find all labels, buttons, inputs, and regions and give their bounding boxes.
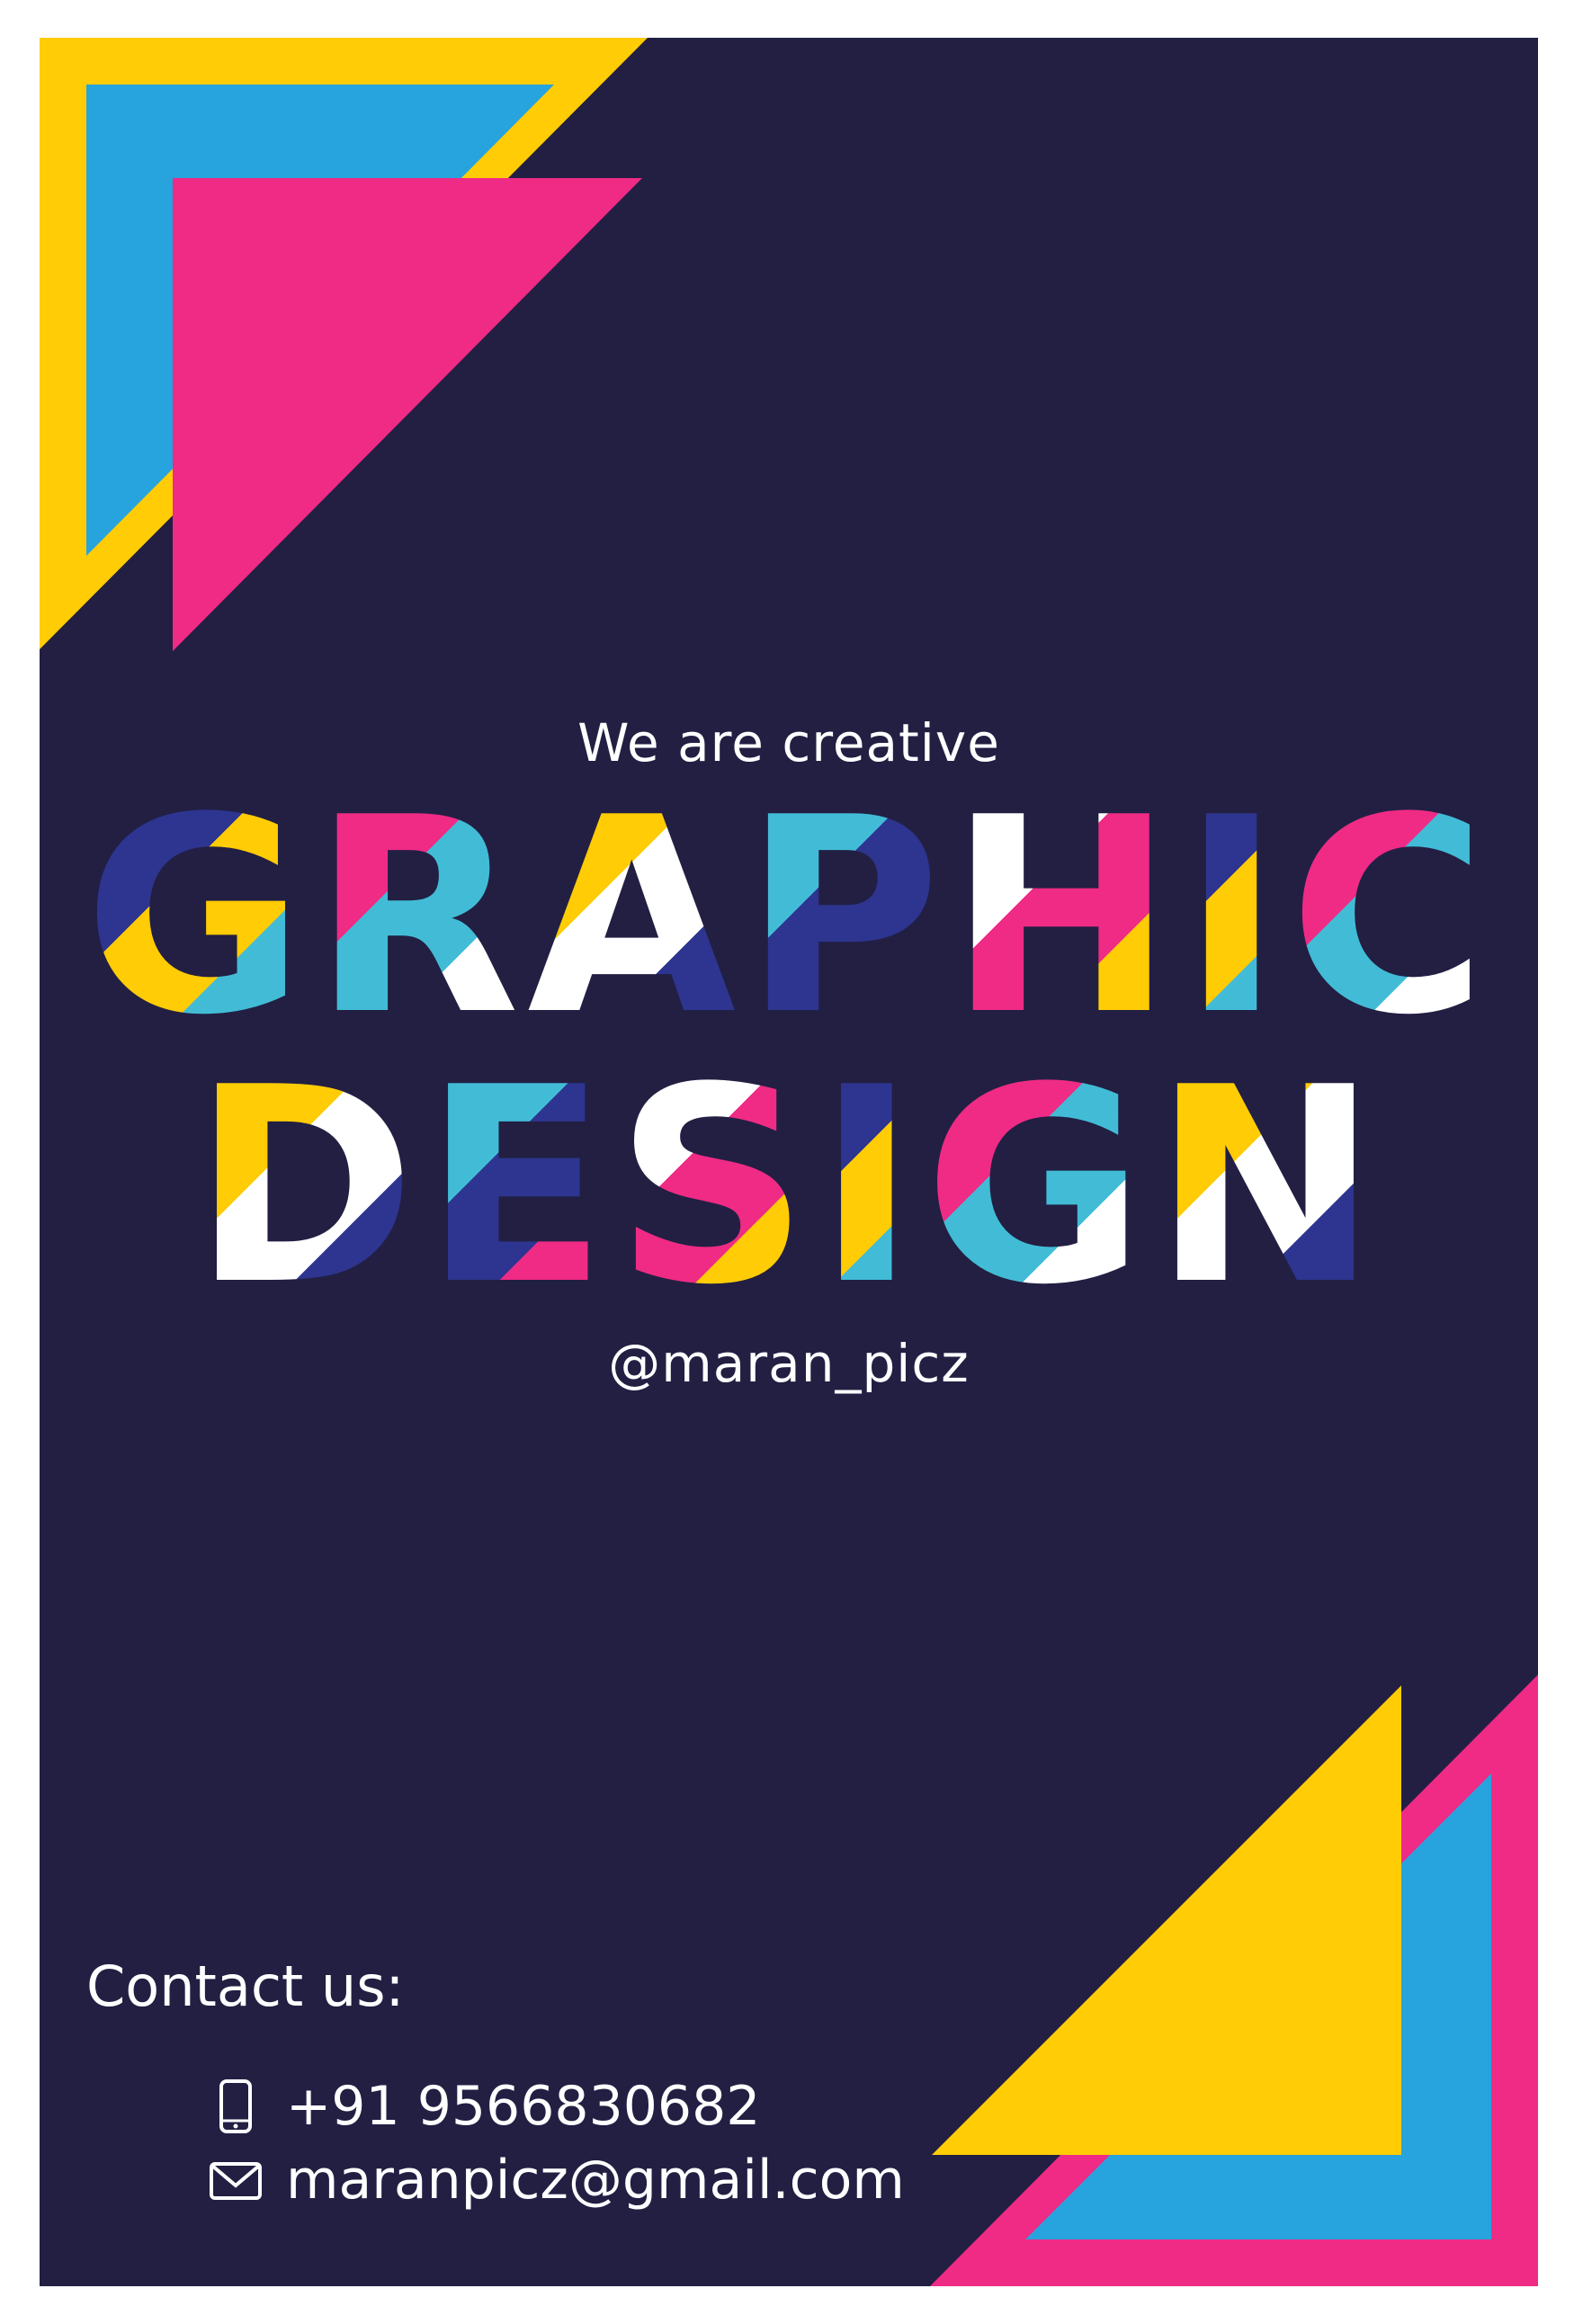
email-address[interactable]: maranpicz@gmail.com [286, 2149, 905, 2212]
headline-letter: D [192, 1030, 424, 1344]
headline-letter: I [816, 1030, 925, 1344]
bottom-right-yellow-triangle [932, 1685, 1401, 2155]
poster: We are creative GRAPHIC DESIGN @maran_pi… [40, 38, 1538, 2286]
headline-design: DESIGN [40, 1052, 1538, 1322]
contact-heading: Contact us: [86, 1953, 405, 2019]
headline-letter: E [423, 1030, 615, 1344]
headline-letter: N [1152, 1030, 1386, 1344]
phone-row: +91 9566830682 [209, 2070, 760, 2142]
headline-letter: A [527, 760, 744, 1074]
mail-icon [210, 2162, 262, 2200]
headline-letter: P [743, 760, 949, 1074]
headline-letter: G [83, 760, 313, 1074]
headline-letter: G [924, 1030, 1153, 1344]
headline-letter: H [948, 760, 1182, 1074]
headline-letter: I [1181, 760, 1289, 1074]
headline-letter: C [1288, 760, 1495, 1074]
email-row: maranpicz@gmail.com [209, 2144, 905, 2216]
phone-icon [219, 2079, 252, 2133]
headline-letter: R [312, 760, 528, 1074]
social-handle: @maran_picz [608, 1333, 970, 1394]
headline-graphic: GRAPHIC [40, 782, 1538, 1052]
top-left-triangles [40, 38, 648, 651]
phone-number[interactable]: +91 9566830682 [286, 2075, 760, 2138]
top-left-pink-triangle [173, 178, 642, 651]
bottom-right-triangles [930, 1675, 1538, 2286]
headline-letter: S [614, 1030, 817, 1344]
